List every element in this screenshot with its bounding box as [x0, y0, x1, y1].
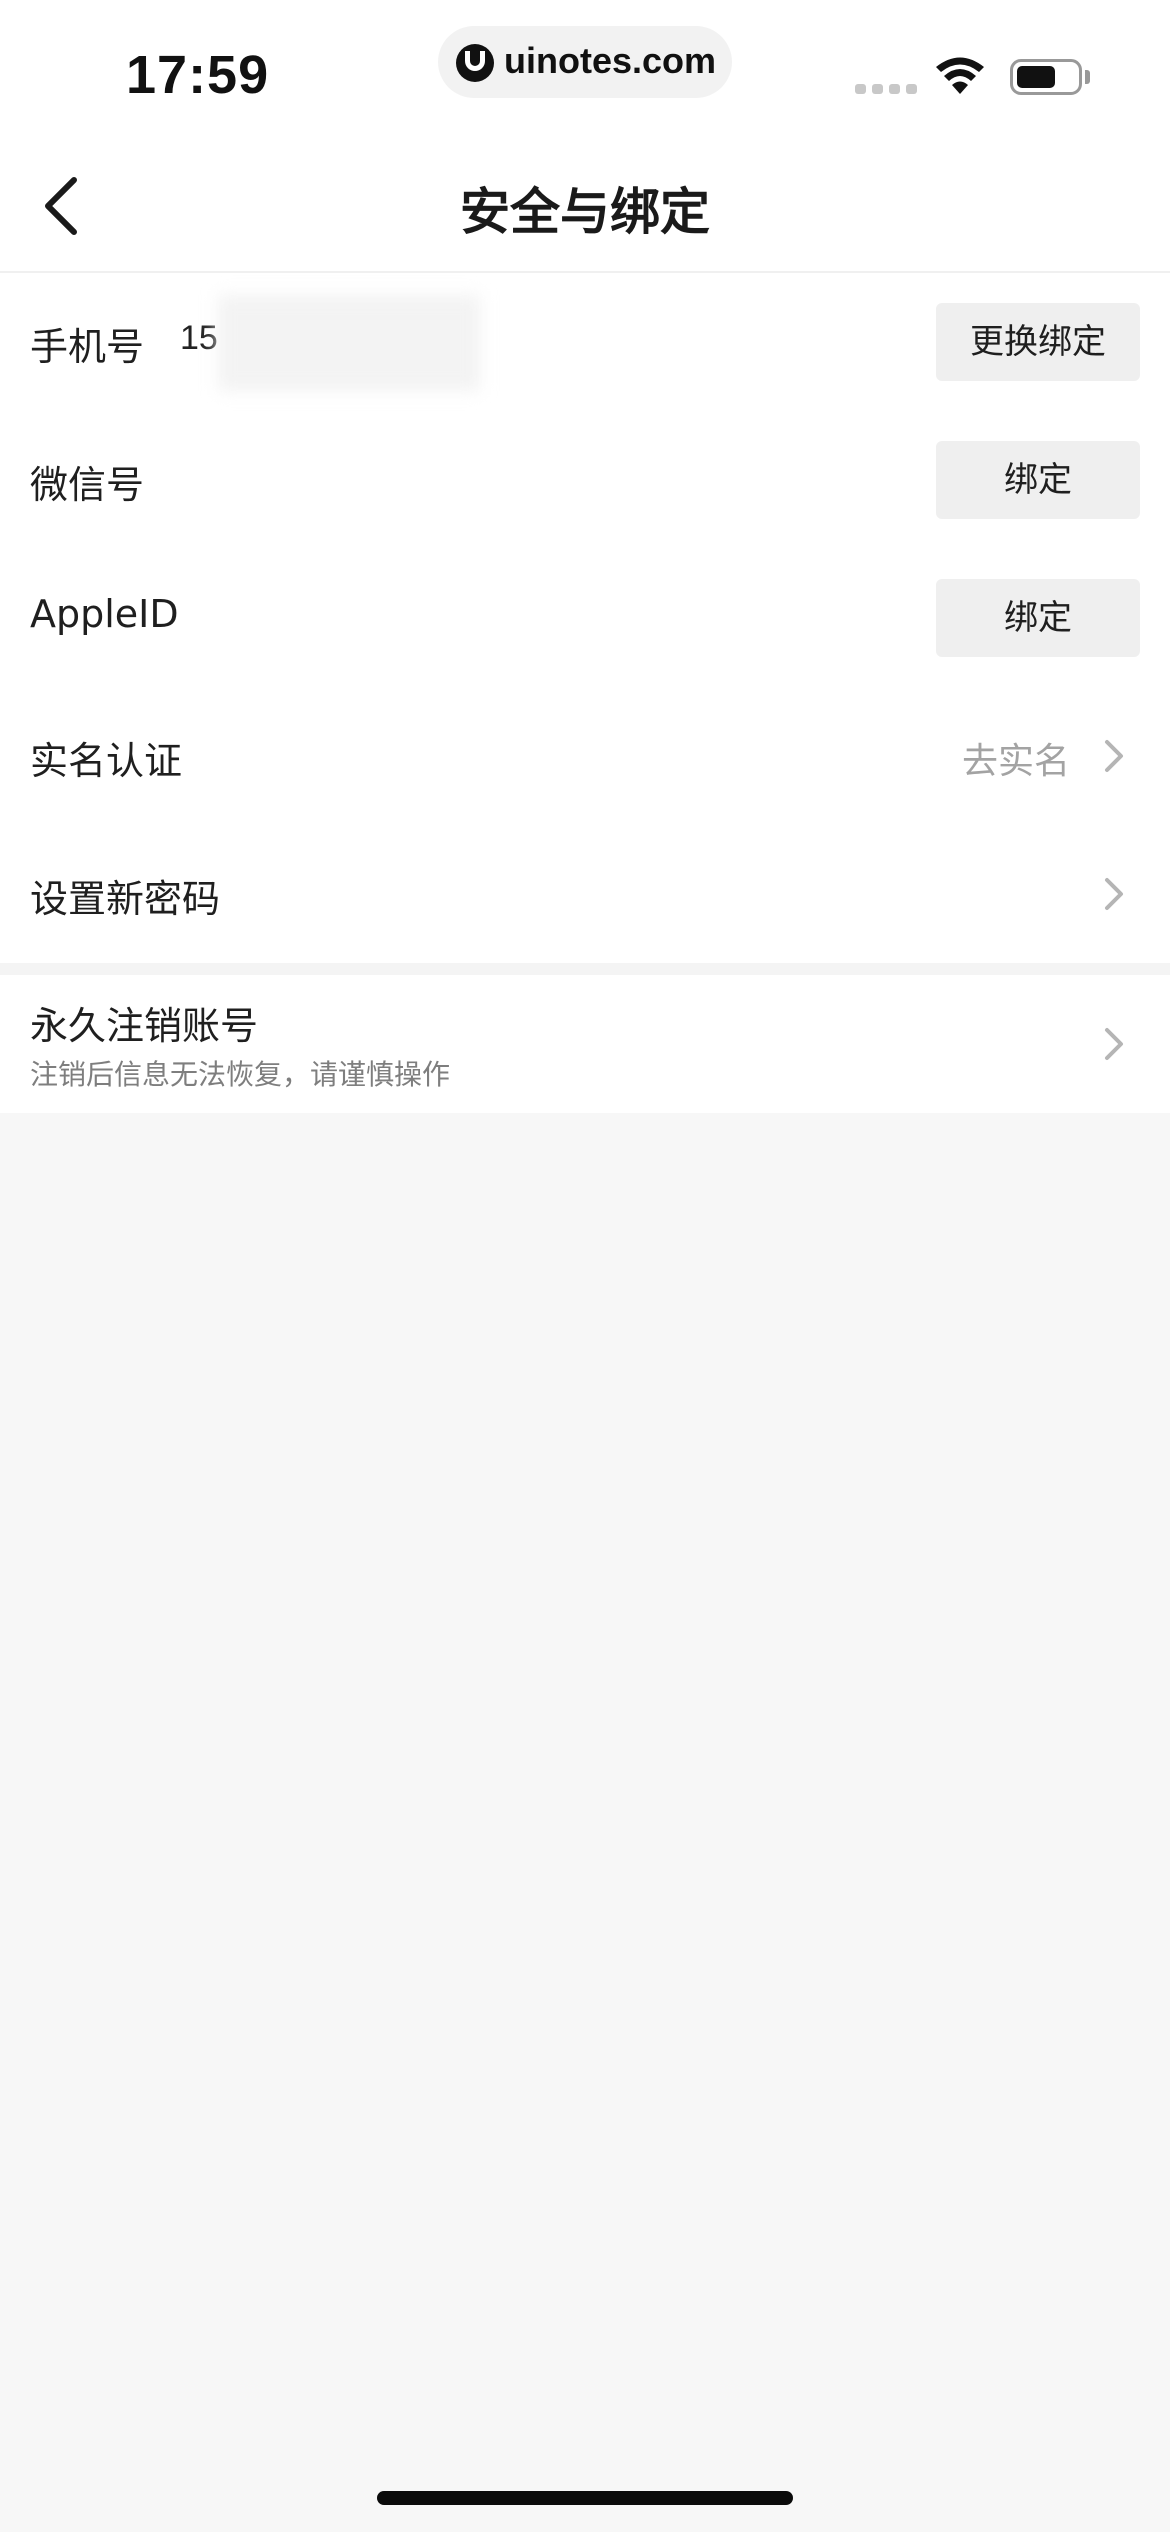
- wechat-label: 微信号: [30, 463, 145, 507]
- list-item-wechat: 微信号 绑定: [0, 411, 1170, 549]
- url-pill: uinotes.com: [438, 26, 732, 98]
- delete-account-item[interactable]: 永久注销账号 注销后信息无法恢复，请谨慎操作: [0, 975, 1170, 1113]
- chevron-right-icon: [1105, 1028, 1123, 1060]
- realname-label: 实名认证: [30, 739, 183, 783]
- page-title: 安全与绑定: [460, 183, 710, 241]
- chevron-right-icon: [1105, 878, 1123, 910]
- chevron-right-icon: [1105, 740, 1123, 772]
- change-binding-button[interactable]: 更换绑定: [936, 303, 1140, 381]
- list-item-realname-verification[interactable]: 实名认证 去实名: [0, 687, 1170, 825]
- delete-account-subtitle: 注销后信息无法恢复，请谨慎操作: [30, 1058, 451, 1091]
- phone-blur-mask: [218, 295, 480, 391]
- list-item-set-password[interactable]: 设置新密码: [0, 825, 1170, 963]
- status-time: 17:59: [126, 45, 270, 105]
- section-divider: [0, 963, 1170, 975]
- bind-wechat-button[interactable]: 绑定: [936, 441, 1140, 519]
- appleid-label: AppleID: [30, 592, 179, 636]
- settings-list: 手机号 15 更换绑定 微信号 绑定 AppleID 绑定 实名认证 去实名 设…: [0, 273, 1170, 963]
- uinotes-logo-icon: [456, 44, 494, 82]
- phone-label: 手机号: [30, 325, 145, 369]
- phone-value: 15: [180, 319, 218, 357]
- list-item-appleid: AppleID 绑定: [0, 549, 1170, 687]
- wifi-icon: [936, 57, 984, 94]
- bind-appleid-button[interactable]: 绑定: [936, 579, 1140, 657]
- url-text: uinotes.com: [504, 40, 717, 81]
- list-item-phone: 手机号 15 更换绑定: [0, 273, 1170, 411]
- battery-icon: [1010, 59, 1082, 95]
- cellular-signal-icon: [855, 84, 917, 94]
- battery-cap: [1085, 70, 1090, 84]
- header-area: 17:59 uinotes.com 安全与绑定: [0, 0, 1170, 272]
- set-password-label: 设置新密码: [30, 877, 221, 921]
- home-indicator[interactable]: [377, 2491, 793, 2505]
- realname-status: 去实名: [961, 741, 1070, 782]
- delete-account-title: 永久注销账号: [30, 1004, 259, 1048]
